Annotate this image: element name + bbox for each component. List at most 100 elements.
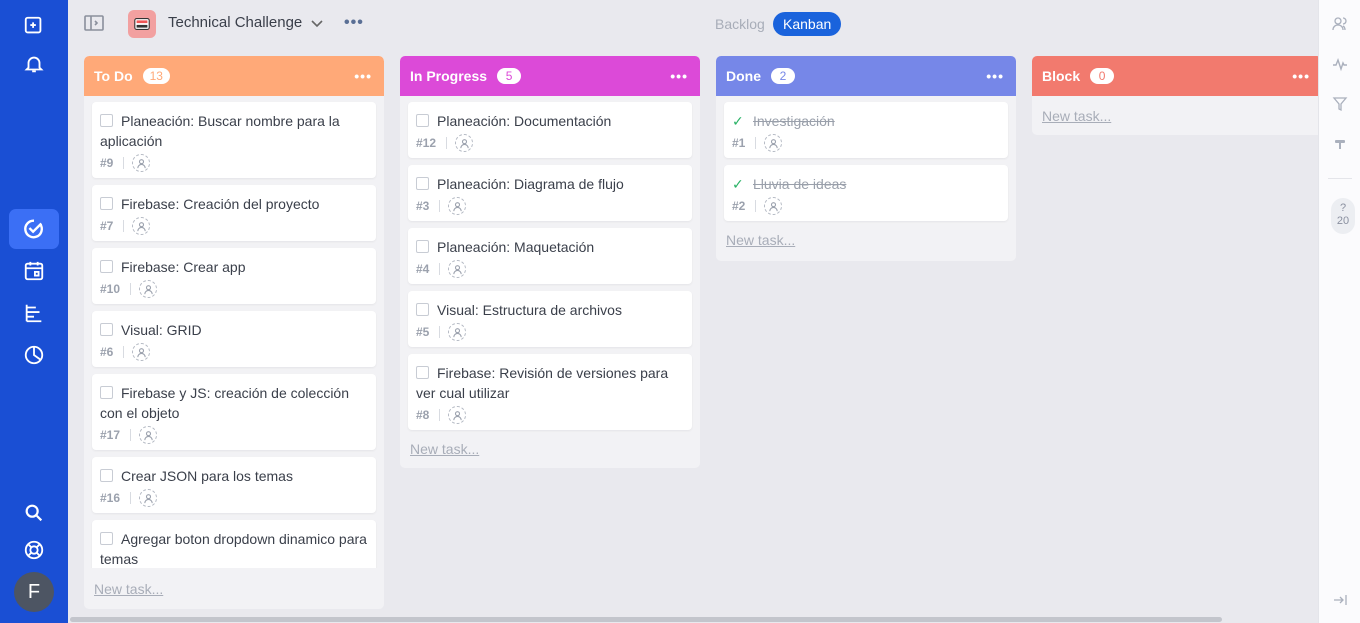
task-checkbox[interactable] <box>100 323 113 336</box>
task-title: Lluvia de ideas <box>753 176 847 192</box>
project-more-button[interactable]: ••• <box>344 14 364 32</box>
horizontal-scrollbar[interactable] <box>70 617 1222 622</box>
meta-divider <box>130 492 132 504</box>
sidebar-toggle-icon[interactable] <box>84 15 104 31</box>
column-title: To Do <box>94 68 133 84</box>
assign-user-icon[interactable] <box>448 406 467 424</box>
check-icon[interactable]: ✓ <box>732 111 745 131</box>
task-meta: #3 <box>416 197 684 215</box>
task-checkbox[interactable] <box>416 366 429 379</box>
task-meta: #7 <box>100 217 368 235</box>
check-icon[interactable]: ✓ <box>732 174 745 194</box>
assign-user-icon[interactable] <box>132 343 151 361</box>
help-count: 20 <box>1336 215 1350 227</box>
column-title: Block <box>1042 68 1081 84</box>
new-task-link[interactable]: New task... <box>84 577 173 609</box>
task-checkbox[interactable] <box>416 114 429 127</box>
assign-user-icon[interactable] <box>764 197 783 215</box>
assign-user-icon[interactable] <box>448 323 467 341</box>
chart-icon[interactable] <box>14 335 54 375</box>
right-rail-divider <box>1328 178 1352 179</box>
view-backlog-tab[interactable]: Backlog <box>715 16 765 32</box>
task-checkbox[interactable] <box>100 469 113 482</box>
meta-divider <box>446 137 448 149</box>
task-checkbox[interactable] <box>416 240 429 253</box>
view-kanban-tab[interactable]: Kanban <box>773 12 842 36</box>
meta-divider <box>439 200 441 212</box>
new-task-link[interactable]: New task... <box>400 437 700 469</box>
task-card[interactable]: Firebase: Revisión de versiones para ver… <box>408 354 692 430</box>
search-icon[interactable] <box>14 493 54 533</box>
timeline-icon[interactable] <box>14 293 54 333</box>
filter-icon[interactable] <box>1330 94 1350 114</box>
task-checkbox[interactable] <box>416 177 429 190</box>
task-card[interactable]: Visual: GRID #6 <box>92 311 376 367</box>
task-card[interactable]: Visual: Estructura de archivos #5 <box>408 291 692 347</box>
task-title: Visual: Estructura de archivos <box>437 302 622 318</box>
task-id: #3 <box>416 199 430 213</box>
avatar[interactable]: F <box>14 572 54 612</box>
task-title: Planeación: Buscar nombre para la aplica… <box>100 113 340 149</box>
members-icon[interactable] <box>1330 14 1350 34</box>
pin-icon[interactable] <box>1330 134 1350 154</box>
column-more-button[interactable]: ••• <box>1292 68 1310 84</box>
collapse-panel-icon[interactable] <box>1330 590 1350 610</box>
assign-user-icon[interactable] <box>132 154 151 172</box>
column-more-button[interactable]: ••• <box>670 68 688 84</box>
new-task-link[interactable]: New task... <box>1032 104 1322 136</box>
help-symbol: ? <box>1339 202 1347 214</box>
meta-divider <box>755 137 757 149</box>
top-bar: Technical Challenge ••• Backlog Kanban <box>68 0 1318 48</box>
task-card[interactable]: Crear JSON para los temas #16 <box>92 457 376 513</box>
task-card[interactable]: Planeación: Documentación #12 <box>408 102 692 158</box>
project-title[interactable]: Technical Challenge <box>168 14 302 31</box>
assign-user-icon[interactable] <box>139 489 158 507</box>
task-card[interactable]: Firebase: Creación del proyecto #7 <box>92 185 376 241</box>
activity-icon[interactable] <box>1330 54 1350 74</box>
card-list: ✓ Investigación #1 ✓ Lluvia de ideas #2 <box>716 96 1016 221</box>
avatar-initial: F <box>27 580 41 603</box>
assign-user-icon[interactable] <box>139 426 158 444</box>
meta-divider <box>123 157 125 169</box>
assign-user-icon[interactable] <box>448 197 467 215</box>
task-id: #12 <box>416 136 437 150</box>
task-checkbox[interactable] <box>100 260 113 273</box>
task-card[interactable]: Agregar boton dropdown dinamico para tem… <box>92 520 376 568</box>
task-meta: #6 <box>100 343 368 361</box>
meta-divider <box>439 263 441 275</box>
help-counter[interactable]: ? 20 <box>1331 198 1355 234</box>
task-meta: #17 <box>100 426 368 444</box>
task-checkbox[interactable] <box>100 197 113 210</box>
task-card[interactable]: ✓ Investigación #1 <box>724 102 1008 158</box>
assign-user-icon[interactable] <box>448 260 467 278</box>
new-task-icon[interactable] <box>14 6 54 46</box>
task-meta: #12 <box>416 134 684 152</box>
column-count-badge: 13 <box>142 68 170 84</box>
assign-user-icon[interactable] <box>764 134 783 152</box>
column-to-do: To Do 13 ••• Planeación: Buscar nombre para… <box>84 56 384 609</box>
help-lifebuoy-icon[interactable] <box>14 530 54 570</box>
column-more-button[interactable]: ••• <box>986 68 1004 84</box>
task-checkbox[interactable] <box>100 532 113 545</box>
task-card[interactable]: Planeación: Maquetación #4 <box>408 228 692 284</box>
column-more-button[interactable]: ••• <box>354 68 372 84</box>
task-card[interactable]: Planeación: Buscar nombre para la aplica… <box>92 102 376 178</box>
assign-user-icon[interactable] <box>455 134 474 152</box>
task-id: #9 <box>100 156 114 170</box>
bell-icon[interactable] <box>14 44 54 84</box>
task-checkbox[interactable] <box>100 386 113 399</box>
assign-user-icon[interactable] <box>139 280 158 298</box>
task-title: Firebase: Crear app <box>121 259 246 275</box>
task-checkbox[interactable] <box>100 114 113 127</box>
task-id: #4 <box>416 262 430 276</box>
new-task-link[interactable]: New task... <box>716 228 1016 260</box>
task-checkbox[interactable] <box>416 303 429 316</box>
chevron-down-icon[interactable] <box>310 16 324 30</box>
task-card[interactable]: ✓ Lluvia de ideas #2 <box>724 165 1008 221</box>
task-card[interactable]: Firebase y JS: creación de colección con… <box>92 374 376 450</box>
assign-user-icon[interactable] <box>132 217 151 235</box>
check-circle-icon[interactable] <box>9 209 59 249</box>
calendar-icon[interactable] <box>14 251 54 291</box>
task-card[interactable]: Planeación: Diagrama de flujo #3 <box>408 165 692 221</box>
task-card[interactable]: Firebase: Crear app #10 <box>92 248 376 304</box>
